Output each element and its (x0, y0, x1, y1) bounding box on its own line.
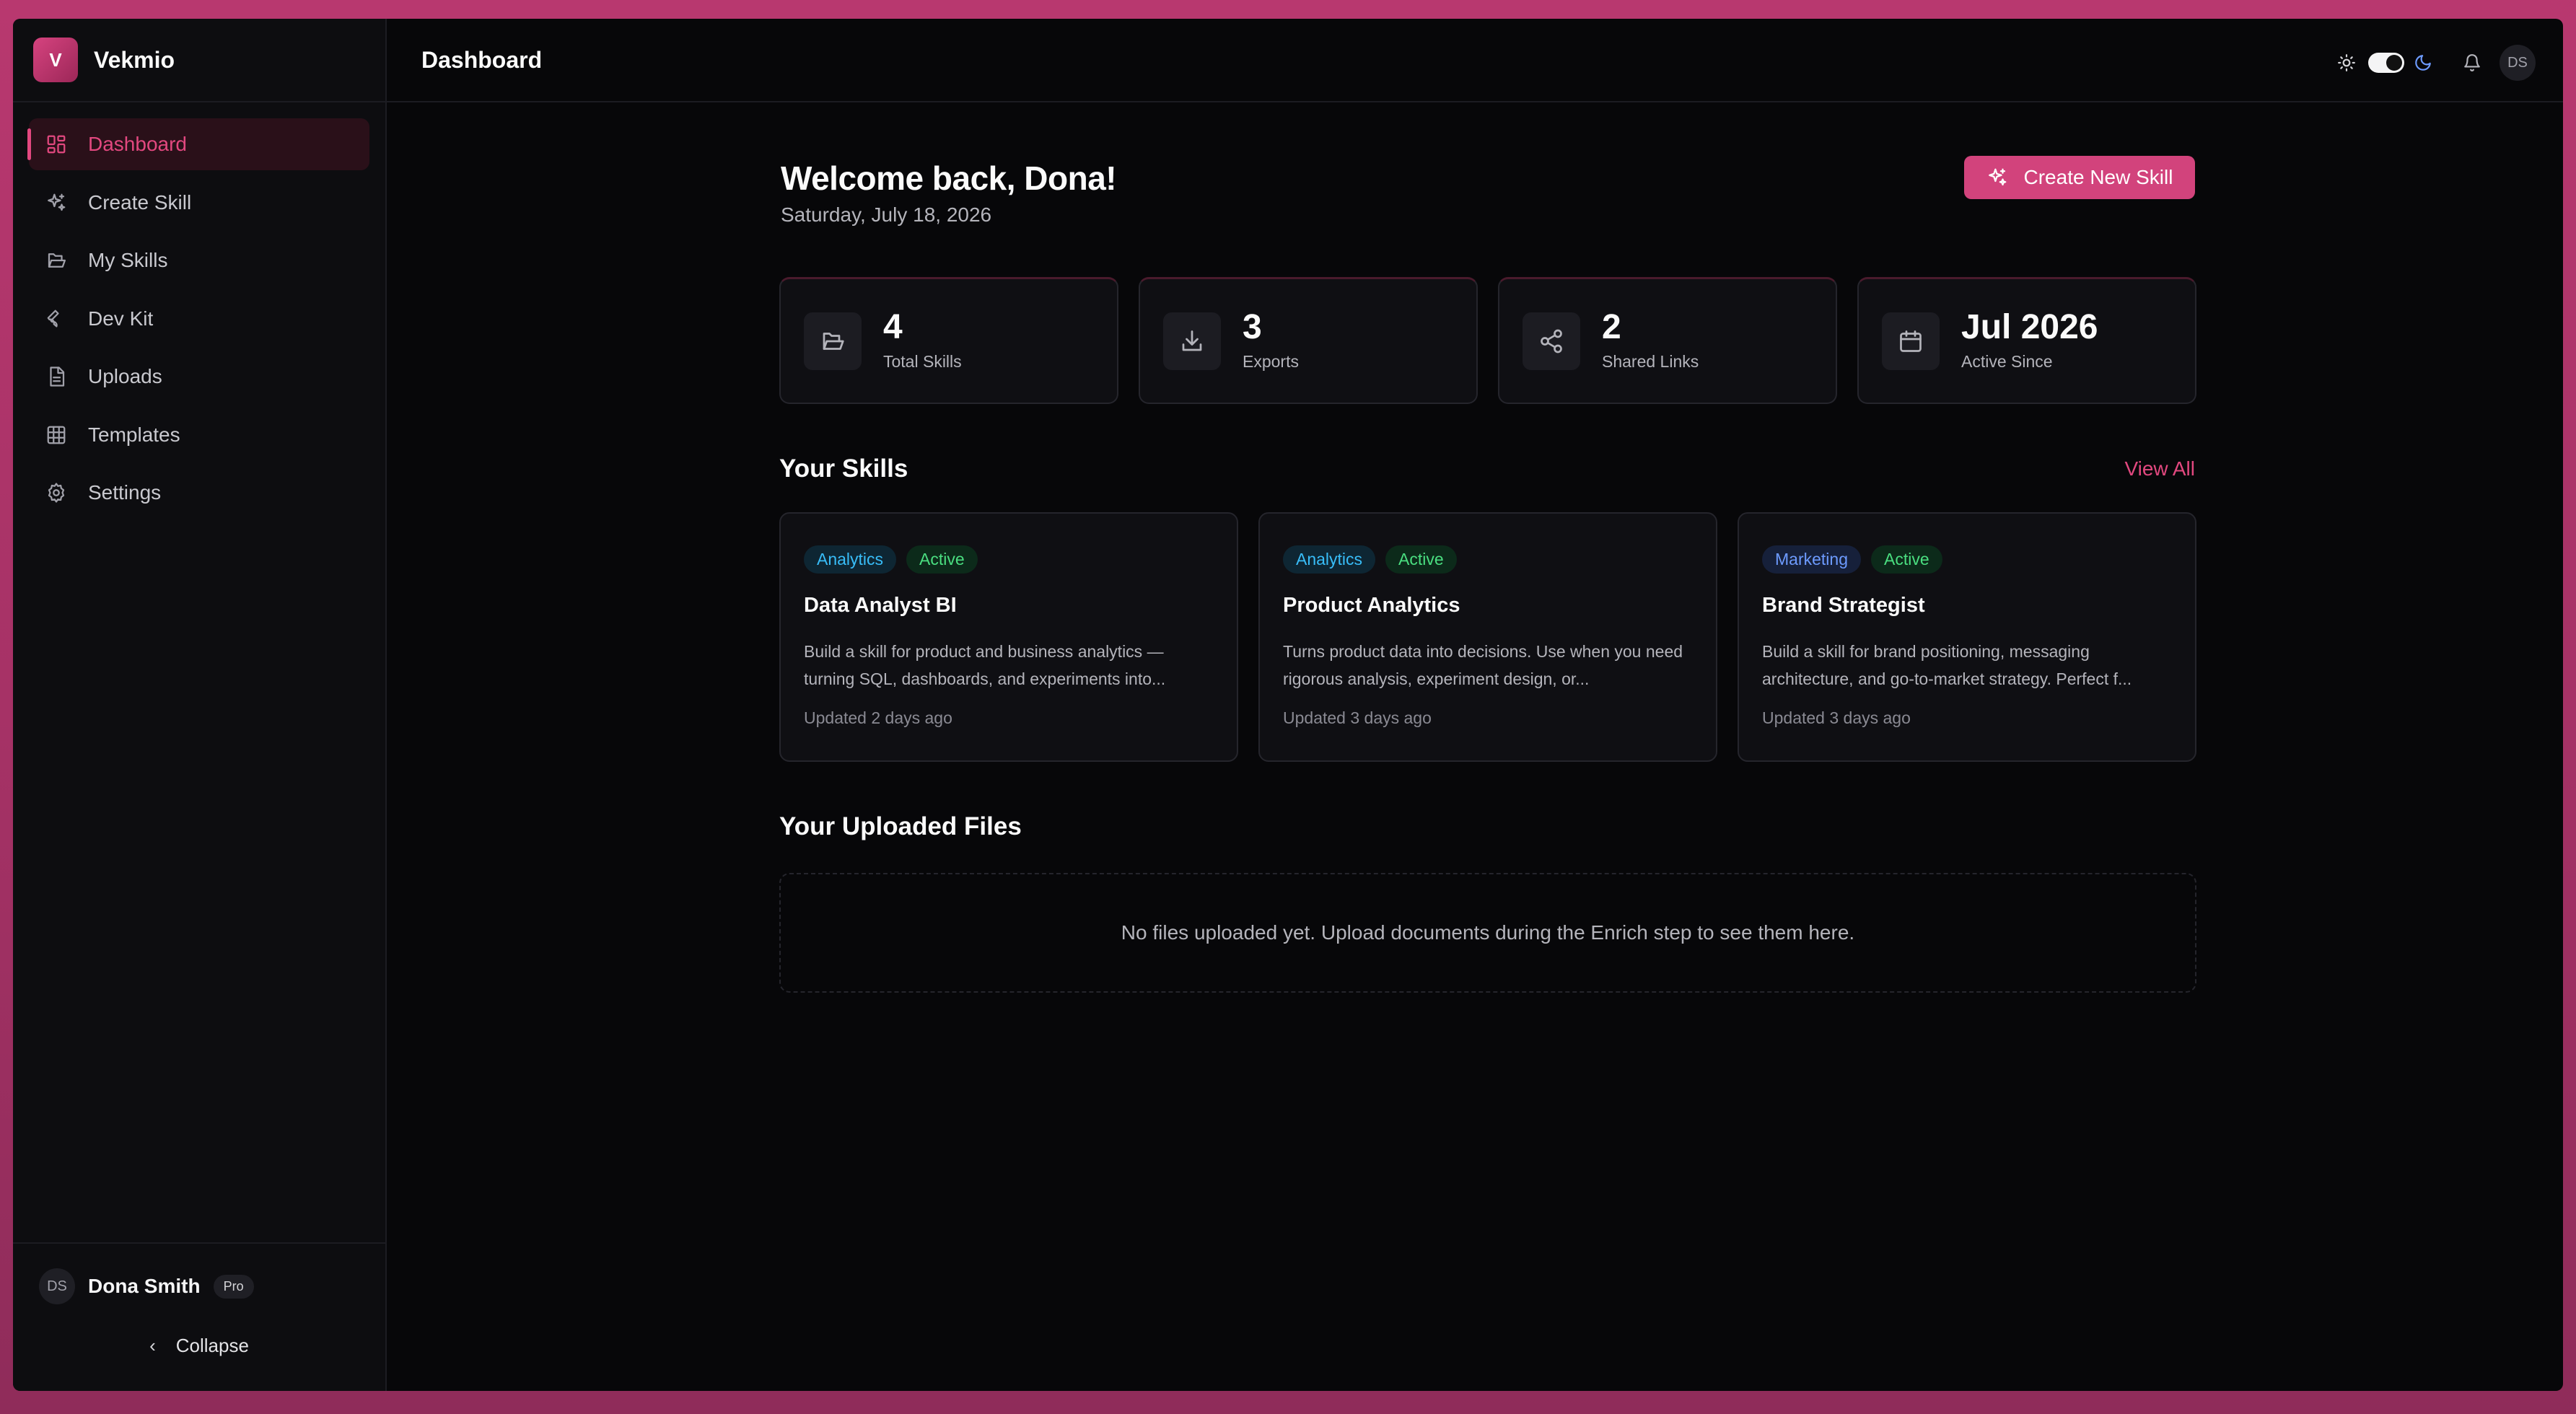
stat-card-exports: 3 Exports (1139, 277, 1478, 404)
category-badge: Marketing (1762, 545, 1861, 574)
skill-tags: Analytics Active (1283, 545, 1693, 574)
stat-value: Jul 2026 (1961, 308, 2098, 346)
skill-card[interactable]: Marketing Active Brand Strategist Build … (1738, 512, 2196, 762)
calendar-icon (1882, 312, 1940, 370)
skill-updated: Updated 3 days ago (1283, 708, 1432, 727)
sidebar-item-uploads[interactable]: Uploads (29, 351, 369, 403)
stat-card-shared-links: 2 Shared Links (1498, 277, 1837, 404)
collapse-button[interactable]: ‹ Collapse (13, 1335, 385, 1357)
bell-icon[interactable] (2461, 51, 2484, 74)
brand[interactable]: V Vekmio (13, 19, 385, 102)
stat-card-active-since: Jul 2026 Active Since (1857, 277, 2196, 404)
create-button-label: Create New Skill (2023, 166, 2173, 188)
topbar: Dashboard DS (387, 19, 2563, 102)
skill-card[interactable]: Analytics Active Data Analyst BI Build a… (779, 512, 1238, 762)
moon-icon (2411, 51, 2435, 74)
skill-description: Build a skill for brand positioning, mes… (1762, 642, 2132, 688)
create-new-skill-button[interactable]: Create New Skill (1964, 156, 2195, 199)
folder-open-icon (804, 312, 862, 370)
stat-label: Exports (1243, 352, 1299, 371)
sidebar-item-templates[interactable]: Templates (29, 409, 369, 461)
skill-title: Product Analytics (1283, 594, 1460, 617)
chevron-left-icon: ‹ (149, 1335, 156, 1356)
app-window: V Vekmio Dashboard Create Skill My Skill… (13, 19, 2563, 1391)
uploaded-files-heading: Your Uploaded Files (779, 812, 1022, 840)
sidebar-item-my-skills[interactable]: My Skills (29, 234, 369, 286)
sidebar-item-label: Uploads (88, 365, 162, 387)
sidebar-item-label: Dev Kit (88, 307, 154, 330)
stat-value: 3 (1243, 308, 1262, 346)
skill-card[interactable]: Analytics Active Product Analytics Turns… (1258, 512, 1717, 762)
share-icon (1523, 312, 1580, 370)
skill-title: Brand Strategist (1762, 594, 1925, 617)
file-icon (45, 365, 68, 388)
empty-state-text: No files uploaded yet. Upload documents … (1121, 921, 1855, 944)
view-all-link[interactable]: View All (2124, 457, 2195, 480)
gear-icon (45, 481, 68, 504)
page-title: Dashboard (421, 46, 543, 73)
brand-name: Vekmio (94, 46, 175, 73)
user-profile[interactable]: DS Dona Smith Pro (13, 1244, 385, 1304)
skill-description: Turns product data into decisions. Use w… (1283, 642, 1683, 688)
collapse-label: Collapse (175, 1335, 249, 1356)
avatar: DS (39, 1268, 75, 1304)
folder-open-icon (45, 249, 68, 272)
category-badge: Analytics (804, 545, 897, 574)
welcome-block: Welcome back, Dona! Saturday, July 18, 2… (781, 159, 1117, 227)
sidebar-item-dev-kit[interactable]: Dev Kit (29, 293, 369, 345)
stat-value: 2 (1602, 308, 1621, 346)
category-badge: Analytics (1283, 545, 1376, 574)
sun-icon (2335, 51, 2358, 74)
sidebar-footer: DS Dona Smith Pro ‹ Collapse (13, 1242, 385, 1391)
toggle-knob (2386, 55, 2402, 71)
grid-icon (45, 423, 68, 447)
sidebar-item-label: Create Skill (88, 190, 192, 214)
stat-label: Shared Links (1602, 352, 1699, 371)
plan-badge: Pro (213, 1274, 254, 1299)
sidebar-item-label: Dashboard (88, 133, 187, 155)
sidebar-item-settings[interactable]: Settings (29, 467, 369, 519)
stat-label: Active Since (1961, 352, 2053, 371)
user-name: Dona Smith (88, 1275, 201, 1297)
sidebar-item-label: My Skills (88, 249, 168, 271)
current-date: Saturday, July 18, 2026 (781, 203, 992, 226)
skill-updated: Updated 2 days ago (804, 708, 952, 727)
wrench-icon (45, 307, 68, 330)
avatar[interactable]: DS (2500, 45, 2536, 81)
welcome-heading: Welcome back, Dona! (781, 159, 1117, 197)
skill-title: Data Analyst BI (804, 594, 957, 617)
main-area: Dashboard DS Welcome back, Dona! Saturda… (387, 19, 2563, 1391)
skill-tags: Marketing Active (1762, 545, 2172, 574)
stat-value: 4 (883, 308, 903, 346)
sparkles-icon (45, 191, 68, 214)
sidebar-item-label: Templates (88, 423, 180, 446)
skill-tags: Analytics Active (804, 545, 1214, 574)
stats-row: 4 Total Skills 3 Exports 2 Shared Links Jul… (779, 277, 2196, 404)
dashboard-icon (45, 133, 68, 156)
status-badge: Active (1385, 545, 1457, 574)
status-badge: Active (1870, 545, 1942, 574)
theme-toggle[interactable] (2368, 53, 2404, 73)
skill-description: Build a skill for product and business a… (804, 642, 1166, 688)
brand-logo: V (33, 38, 78, 82)
your-skills-heading: Your Skills (779, 454, 908, 483)
skill-updated: Updated 3 days ago (1762, 708, 1911, 727)
download-icon (1163, 312, 1221, 370)
topbar-actions: DS (2335, 45, 2536, 81)
sidebar: V Vekmio Dashboard Create Skill My Skill… (13, 19, 387, 1391)
sidebar-item-label: Settings (88, 481, 162, 504)
sidebar-item-create-skill[interactable]: Create Skill (29, 177, 369, 229)
stat-card-total-skills: 4 Total Skills (779, 277, 1118, 404)
sidebar-item-dashboard[interactable]: Dashboard (27, 118, 369, 170)
stat-label: Total Skills (883, 352, 962, 371)
files-empty-state: No files uploaded yet. Upload documents … (779, 873, 2196, 993)
sparkles-icon (1988, 168, 2006, 186)
skills-grid: Analytics Active Data Analyst BI Build a… (779, 512, 2196, 762)
status-badge: Active (906, 545, 978, 574)
sidebar-nav: Dashboard Create Skill My Skills Dev Kit… (13, 102, 385, 519)
